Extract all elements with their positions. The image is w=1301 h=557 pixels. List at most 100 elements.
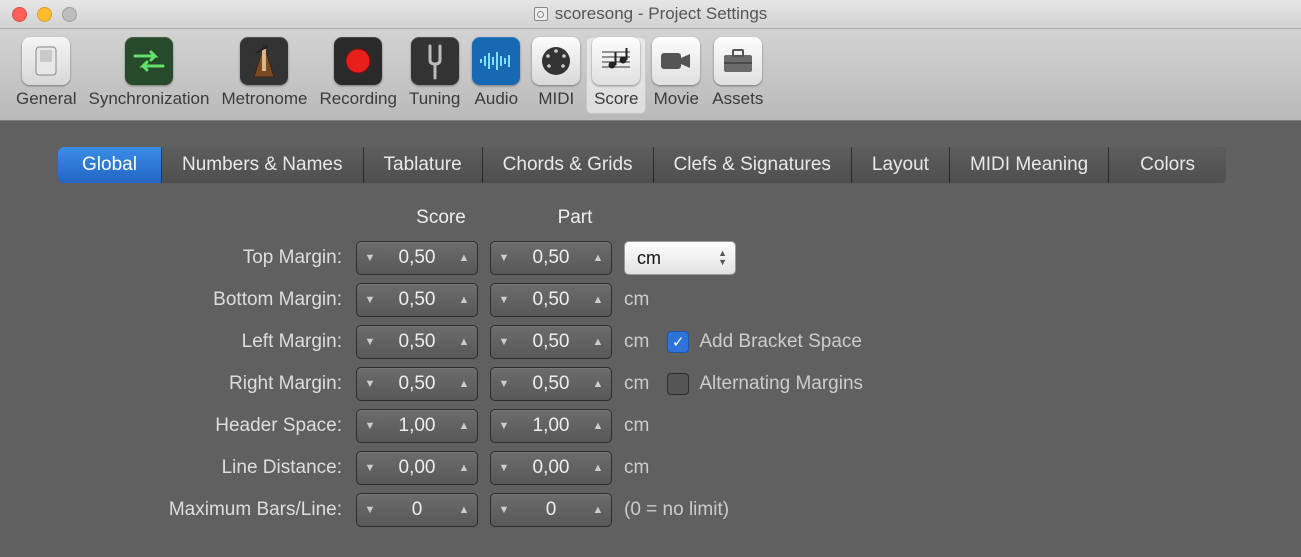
right-margin-score-stepper[interactable]: ▼ 0,50 ▲ <box>356 367 478 401</box>
toolbar-label: MIDI <box>538 89 574 109</box>
chevron-down-icon[interactable]: ▼ <box>357 368 383 400</box>
chevron-up-icon[interactable]: ▲ <box>451 368 477 400</box>
unit-select[interactable]: cm ▲▼ <box>624 241 736 275</box>
document-icon <box>534 7 548 21</box>
label-line-distance: Line Distance: <box>82 457 344 479</box>
max-bars-part-stepper[interactable]: ▼ 0 ▲ <box>490 493 612 527</box>
chevron-up-icon[interactable]: ▲ <box>451 326 477 358</box>
global-form: Score Part Top Margin: ▼ 0,50 ▲ ▼ 0,50 ▲… <box>82 207 1243 531</box>
toolbar-item-general[interactable]: General <box>10 37 82 114</box>
chevron-up-icon[interactable]: ▲ <box>585 326 611 358</box>
label-header-space: Header Space: <box>82 415 344 437</box>
score-settings-tabs: Global Numbers & Names Tablature Chords … <box>58 147 1226 183</box>
chevron-up-icon[interactable]: ▲ <box>451 452 477 484</box>
tab-colors[interactable]: Colors <box>1109 147 1226 183</box>
chevron-up-icon[interactable]: ▲ <box>585 452 611 484</box>
chevron-down-icon[interactable]: ▼ <box>491 326 517 358</box>
chevron-up-icon[interactable]: ▲ <box>585 368 611 400</box>
chevron-down-icon[interactable]: ▼ <box>491 452 517 484</box>
tab-global[interactable]: Global <box>58 147 162 183</box>
toolbar-item-synchronization[interactable]: Synchronization <box>82 37 215 114</box>
chevron-down-icon[interactable]: ▼ <box>357 242 383 274</box>
bottom-margin-score-stepper[interactable]: ▼ 0,50 ▲ <box>356 283 478 317</box>
chevron-down-icon[interactable]: ▼ <box>357 410 383 442</box>
right-margin-part-stepper[interactable]: ▼ 0,50 ▲ <box>490 367 612 401</box>
toolbar-item-score[interactable]: Score <box>586 37 646 114</box>
header-space-part-stepper[interactable]: ▼ 1,00 ▲ <box>490 409 612 443</box>
add-bracket-space-checkbox[interactable] <box>667 331 689 353</box>
unit-label: cm <box>624 457 649 479</box>
chevron-up-icon[interactable]: ▲ <box>451 242 477 274</box>
titlebar: scoresong - Project Settings <box>0 0 1301 29</box>
chevron-up-icon[interactable]: ▲ <box>451 410 477 442</box>
unit-label: cm <box>624 331 649 353</box>
stepper-value: 0,50 <box>383 289 451 311</box>
tab-chords-grids[interactable]: Chords & Grids <box>483 147 654 183</box>
chevron-up-icon[interactable]: ▲ <box>585 242 611 274</box>
tab-midi-meaning[interactable]: MIDI Meaning <box>950 147 1109 183</box>
content-area: Global Numbers & Names Tablature Chords … <box>0 121 1301 557</box>
tab-tablature[interactable]: Tablature <box>364 147 483 183</box>
toolbar-item-assets[interactable]: Assets <box>706 37 769 114</box>
chevron-down-icon[interactable]: ▼ <box>491 284 517 316</box>
chevron-down-icon[interactable]: ▼ <box>491 494 517 526</box>
alternating-margins-checkbox[interactable] <box>667 373 689 395</box>
checkbox-label: Add Bracket Space <box>699 331 862 353</box>
top-margin-score-stepper[interactable]: ▼ 0,50 ▲ <box>356 241 478 275</box>
chevron-down-icon[interactable]: ▼ <box>491 368 517 400</box>
max-bars-score-stepper[interactable]: ▼ 0 ▲ <box>356 493 478 527</box>
record-icon <box>334 37 382 85</box>
left-margin-score-stepper[interactable]: ▼ 0,50 ▲ <box>356 325 478 359</box>
label-right-margin: Right Margin: <box>82 373 344 395</box>
select-arrows-icon: ▲▼ <box>718 246 727 270</box>
chevron-down-icon[interactable]: ▼ <box>357 284 383 316</box>
chevron-up-icon[interactable]: ▲ <box>585 494 611 526</box>
chevron-up-icon[interactable]: ▲ <box>585 410 611 442</box>
chevron-up-icon[interactable]: ▲ <box>451 284 477 316</box>
chevron-up-icon[interactable]: ▲ <box>585 284 611 316</box>
column-header-part: Part <box>514 207 636 229</box>
row-top-margin: Top Margin: ▼ 0,50 ▲ ▼ 0,50 ▲ cm ▲▼ <box>82 237 1243 279</box>
stepper-value: 1,00 <box>383 415 451 437</box>
tab-layout[interactable]: Layout <box>852 147 950 183</box>
zoom-window-button[interactable] <box>62 7 77 22</box>
toolbar-item-metronome[interactable]: Metronome <box>215 37 313 114</box>
toolbar-item-recording[interactable]: Recording <box>313 37 403 114</box>
row-bottom-margin: Bottom Margin: ▼ 0,50 ▲ ▼ 0,50 ▲ cm <box>82 279 1243 321</box>
tuning-fork-icon <box>411 37 459 85</box>
chevron-up-icon[interactable]: ▲ <box>451 494 477 526</box>
top-margin-part-stepper[interactable]: ▼ 0,50 ▲ <box>490 241 612 275</box>
chevron-down-icon[interactable]: ▼ <box>491 410 517 442</box>
chevron-down-icon[interactable]: ▼ <box>357 326 383 358</box>
toolbar-item-movie[interactable]: Movie <box>646 37 706 114</box>
chevron-down-icon[interactable]: ▼ <box>357 494 383 526</box>
label-max-bars-line: Maximum Bars/Line: <box>82 499 344 521</box>
toolbar-label: General <box>16 89 76 109</box>
row-header-space: Header Space: ▼ 1,00 ▲ ▼ 1,00 ▲ cm <box>82 405 1243 447</box>
toolbar-label: Metronome <box>221 89 307 109</box>
chevron-down-icon[interactable]: ▼ <box>491 242 517 274</box>
toolbar-item-tuning[interactable]: Tuning <box>403 37 466 114</box>
line-distance-score-stepper[interactable]: ▼ 0,00 ▲ <box>356 451 478 485</box>
toolbar-item-audio[interactable]: Audio <box>466 37 526 114</box>
stepper-value: 0,50 <box>383 331 451 353</box>
toolbar-label: Assets <box>712 89 763 109</box>
window-controls <box>12 7 77 22</box>
bottom-margin-part-stepper[interactable]: ▼ 0,50 ▲ <box>490 283 612 317</box>
tab-numbers-names[interactable]: Numbers & Names <box>162 147 364 183</box>
label-top-margin: Top Margin: <box>82 247 344 269</box>
chevron-down-icon[interactable]: ▼ <box>357 452 383 484</box>
stepper-value: 0,50 <box>383 247 451 269</box>
line-distance-part-stepper[interactable]: ▼ 0,00 ▲ <box>490 451 612 485</box>
minimize-window-button[interactable] <box>37 7 52 22</box>
header-space-score-stepper[interactable]: ▼ 1,00 ▲ <box>356 409 478 443</box>
toolbar-item-midi[interactable]: MIDI <box>526 37 586 114</box>
left-margin-part-stepper[interactable]: ▼ 0,50 ▲ <box>490 325 612 359</box>
stepper-value: 0,50 <box>517 247 585 269</box>
row-max-bars-line: Maximum Bars/Line: ▼ 0 ▲ ▼ 0 ▲ (0 = no l… <box>82 489 1243 531</box>
row-line-distance: Line Distance: ▼ 0,00 ▲ ▼ 0,00 ▲ cm <box>82 447 1243 489</box>
close-window-button[interactable] <box>12 7 27 22</box>
tab-clefs-signatures[interactable]: Clefs & Signatures <box>654 147 852 183</box>
checkbox-label: Alternating Margins <box>699 373 863 395</box>
project-settings-toolbar: General Synchronization Metronome Record… <box>0 29 1301 121</box>
